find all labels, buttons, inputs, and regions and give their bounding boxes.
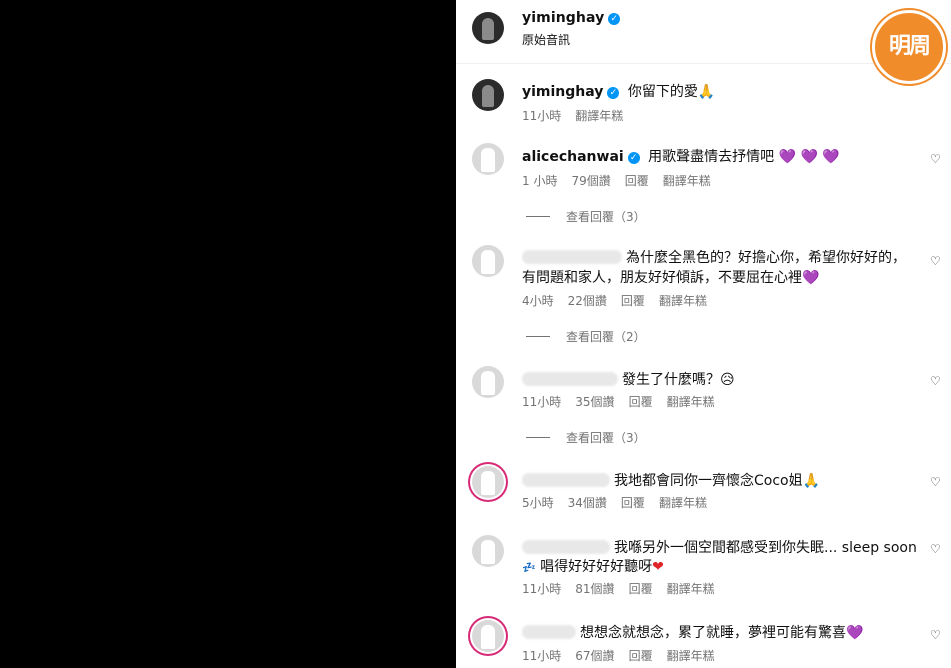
reply-button[interactable]: 回覆	[621, 496, 645, 510]
caption-avatar[interactable]	[472, 79, 504, 111]
comment-likes[interactable]: 79個讚	[571, 174, 610, 188]
comment-time[interactable]: 11小時	[522, 395, 561, 409]
comment-line: 發生了什麼嗎？😥	[522, 369, 735, 389]
audio-label[interactable]: 原始音訊	[522, 31, 570, 48]
comment-meta: 11小時 81個讚 回覆 翻譯年糕	[522, 580, 729, 597]
comment-likes[interactable]: 22個讚	[568, 294, 607, 308]
like-heart-icon[interactable]: ♡	[930, 255, 942, 267]
comment-meta: 4小時 22個讚 回覆 翻譯年糕	[522, 292, 721, 309]
caption-time[interactable]: 11小時	[522, 109, 561, 123]
comment-line-2: 💤 唱得好好好好聽呀❤	[522, 556, 664, 576]
header-avatar[interactable]	[472, 12, 504, 44]
translate-button[interactable]: 翻譯年糕	[659, 496, 707, 510]
reply-button[interactable]: 回覆	[629, 649, 653, 663]
comment-text: 唱得好好好好聽呀	[540, 559, 653, 575]
comment-line-2: 有問題和家人，朋友好好傾訴，不要屈在心裡💜	[522, 267, 819, 287]
reply-button[interactable]: 回覆	[629, 582, 653, 596]
comment-avatar[interactable]	[472, 245, 504, 277]
verified-badge-icon: ✓	[627, 152, 640, 164]
blurred-username	[522, 540, 610, 554]
reply-button[interactable]: 回覆	[625, 174, 649, 188]
view-replies-divider	[526, 437, 550, 438]
reply-button[interactable]: 回覆	[629, 395, 653, 409]
comment-line: 我喺另外一個空間都感受到你失眠... sleep soon	[522, 537, 917, 557]
comment-avatar[interactable]	[472, 466, 504, 498]
comment-meta: 11小時 67個讚 回覆 翻譯年糕	[522, 647, 729, 664]
comment-text: 用歌聲盡情去抒情吧	[648, 149, 775, 165]
comment-meta: 11小時 35個讚 回覆 翻譯年糕	[522, 393, 729, 410]
caption-username[interactable]: yiminghay	[522, 84, 603, 100]
view-replies-label[interactable]: 查看回覆（3）	[566, 431, 646, 445]
comment-emoji: 💜 💜 💜	[778, 149, 840, 165]
comment-emoji: 💜	[846, 625, 864, 641]
comment-meta: 1 小時 79個讚 回覆 翻譯年糕	[522, 172, 725, 189]
reply-button[interactable]: 回覆	[621, 294, 645, 308]
blurred-username	[522, 625, 576, 639]
comment-meta: 5小時 34個讚 回覆 翻譯年糕	[522, 494, 721, 511]
like-heart-icon[interactable]: ♡	[930, 153, 942, 165]
translate-button[interactable]: 翻譯年糕	[667, 649, 715, 663]
comment-line: 我地都會同你一齊懷念Coco姐🙏	[522, 470, 820, 490]
comment-likes[interactable]: 35個讚	[575, 395, 614, 409]
caption-text: 你留下的愛🙏	[627, 84, 716, 100]
sleep-emoji-icon: 💤	[522, 561, 536, 574]
header-username[interactable]: yiminghay ✓	[522, 10, 621, 26]
verified-badge-icon: ✓	[608, 13, 621, 25]
translate-button[interactable]: 翻譯年糕	[667, 395, 715, 409]
comment-text: 有問題和家人，朋友好好傾訴，不要屈在心裡	[522, 270, 802, 286]
comment-time[interactable]: 11小時	[522, 649, 561, 663]
comment-line: alicechanwai ✓ 用歌聲盡情去抒情吧 💜 💜 💜	[522, 146, 840, 166]
like-heart-icon[interactable]: ♡	[930, 375, 942, 387]
caption-translate[interactable]: 翻譯年糕	[575, 109, 623, 123]
comment-avatar[interactable]	[472, 366, 504, 398]
watermark-logo: 明周	[872, 10, 946, 84]
view-replies-button[interactable]: 查看回覆（3）	[526, 429, 646, 446]
view-replies-button[interactable]: 查看回覆（3）	[526, 208, 646, 225]
comments-panel: yiminghay ✓ 原始音訊 yiminghay ✓ 你留下的愛🙏 11小時 翻譯…	[456, 0, 951, 668]
comment-likes[interactable]: 67個讚	[575, 649, 614, 663]
header-username-text[interactable]: yiminghay	[522, 10, 604, 26]
view-replies-label[interactable]: 查看回覆（2）	[566, 330, 646, 344]
comment-text: 為什麼全黑色的？好擔心你，希望你好好的，	[626, 250, 906, 266]
comment-time[interactable]: 11小時	[522, 582, 561, 596]
comment-likes[interactable]: 34個讚	[568, 496, 607, 510]
blurred-username	[522, 372, 618, 386]
like-heart-icon[interactable]: ♡	[930, 476, 942, 488]
view-replies-button[interactable]: 查看回覆（2）	[526, 328, 646, 345]
comment-username[interactable]: alicechanwai	[522, 149, 624, 165]
comment-likes[interactable]: 81個讚	[575, 582, 614, 596]
comment-text: 發生了什麼嗎？	[622, 372, 720, 388]
comment-time[interactable]: 5小時	[522, 496, 554, 510]
comment-line: 想想念就想念，累了就睡，夢裡可能有驚喜💜	[522, 622, 863, 642]
translate-button[interactable]: 翻譯年糕	[659, 294, 707, 308]
comment-time[interactable]: 4小時	[522, 294, 554, 308]
blurred-username	[522, 473, 610, 487]
verified-badge-icon: ✓	[607, 87, 620, 99]
post-media-area	[0, 0, 456, 668]
comment-avatar[interactable]	[472, 535, 504, 567]
comment-text: 我地都會同你一齊懷念Coco姐🙏	[614, 473, 821, 489]
comment-emoji: 💜	[802, 270, 820, 286]
like-heart-icon[interactable]: ♡	[930, 629, 942, 641]
comment-emoji: 😥	[720, 372, 735, 388]
translate-button[interactable]: 翻譯年糕	[667, 582, 715, 596]
comment-line: 為什麼全黑色的？好擔心你，希望你好好的，	[522, 247, 906, 267]
comment-emoji: ❤	[652, 559, 664, 575]
like-heart-icon[interactable]: ♡	[930, 543, 942, 555]
comment-time[interactable]: 1 小時	[522, 174, 557, 188]
view-replies-divider	[526, 216, 550, 217]
blurred-username	[522, 250, 622, 264]
view-replies-label[interactable]: 查看回覆（3）	[566, 210, 646, 224]
caption-line: yiminghay ✓ 你留下的愛🙏	[522, 81, 715, 101]
caption-meta: 11小時 翻譯年糕	[522, 107, 637, 124]
view-replies-divider	[526, 336, 550, 337]
comment-text: 我喺另外一個空間都感受到你失眠... sleep soon	[614, 540, 917, 556]
comment-avatar[interactable]	[472, 143, 504, 175]
comment-avatar[interactable]	[472, 620, 504, 652]
translate-button[interactable]: 翻譯年糕	[663, 174, 711, 188]
comment-text: 想想念就想念，累了就睡，夢裡可能有驚喜	[580, 625, 846, 641]
